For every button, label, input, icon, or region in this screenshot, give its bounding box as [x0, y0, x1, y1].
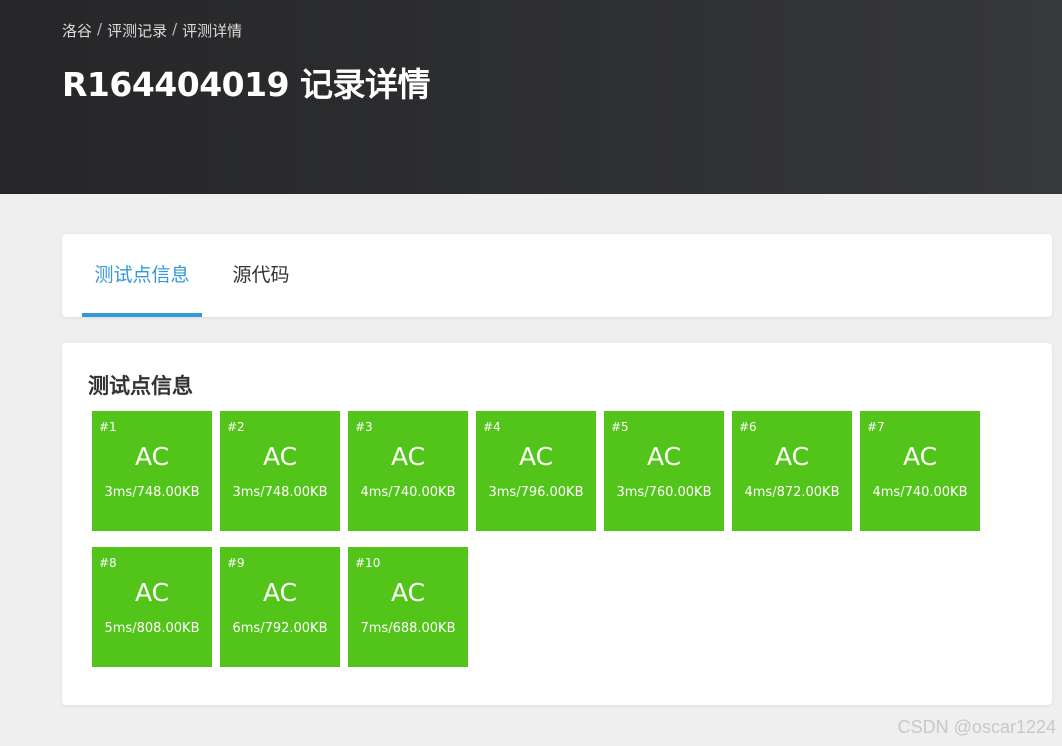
- testcase-id: #8: [99, 556, 117, 570]
- tabs-bar: 测试点信息 源代码: [62, 234, 1052, 317]
- testcase-tile[interactable]: #2 AC 3ms/748.00KB: [220, 411, 340, 531]
- testcase-tile[interactable]: #6 AC 4ms/872.00KB: [732, 411, 852, 531]
- testcase-time-memory: 4ms/872.00KB: [744, 485, 840, 500]
- testcase-time-memory: 5ms/808.00KB: [104, 621, 200, 636]
- breadcrumb-separator: /: [97, 20, 103, 38]
- testcase-tile[interactable]: #4 AC 3ms/796.00KB: [476, 411, 596, 531]
- breadcrumb: 洛谷 / 评测记录 / 评测详情: [62, 20, 242, 41]
- testcase-tile[interactable]: #10 AC 7ms/688.00KB: [348, 547, 468, 667]
- testcase-time-memory: 6ms/792.00KB: [232, 621, 328, 636]
- section-title: 测试点信息: [88, 374, 193, 398]
- testcase-status: AC: [262, 442, 298, 471]
- testcase-status: AC: [262, 578, 298, 607]
- page-header: 洛谷 / 评测记录 / 评测详情 R164404019 记录详情: [0, 0, 1062, 194]
- testcase-time-memory: 3ms/760.00KB: [616, 485, 712, 500]
- tab-source-code[interactable]: 源代码: [202, 234, 320, 317]
- testcase-tile[interactable]: #9 AC 6ms/792.00KB: [220, 547, 340, 667]
- breadcrumb-item-records[interactable]: 评测记录: [107, 20, 167, 41]
- testcase-id: #2: [227, 420, 245, 434]
- testcase-status: AC: [774, 442, 810, 471]
- breadcrumb-item-luogu[interactable]: 洛谷: [62, 20, 92, 41]
- testcase-card: 测试点信息 #1 AC 3ms/748.00KB #2 AC 3ms/748.0…: [62, 343, 1052, 705]
- testcase-tile[interactable]: #5 AC 3ms/760.00KB: [604, 411, 724, 531]
- testcase-id: #7: [867, 420, 885, 434]
- breadcrumb-item-detail: 评测详情: [182, 22, 243, 40]
- testcase-id: #10: [355, 556, 381, 570]
- testcase-id: #6: [739, 420, 757, 434]
- testcase-time-memory: 4ms/740.00KB: [360, 485, 456, 500]
- testcase-status: AC: [518, 442, 554, 471]
- testcase-tile[interactable]: #3 AC 4ms/740.00KB: [348, 411, 468, 531]
- testcase-time-memory: 4ms/740.00KB: [872, 485, 968, 500]
- testcase-id: #9: [227, 556, 245, 570]
- testcase-time-memory: 3ms/748.00KB: [104, 485, 200, 500]
- testcase-status: AC: [902, 442, 938, 471]
- testcase-status: AC: [134, 578, 170, 607]
- testcase-status: AC: [134, 442, 170, 471]
- testcase-id: #4: [483, 420, 501, 434]
- breadcrumb-separator: /: [172, 20, 178, 38]
- testcase-status: AC: [390, 442, 426, 471]
- active-tab-indicator: [82, 313, 202, 317]
- testcase-id: #3: [355, 420, 373, 434]
- testcase-id: #5: [611, 420, 629, 434]
- tab-testcase-info[interactable]: 测试点信息: [82, 234, 202, 317]
- testcase-time-memory: 7ms/688.00KB: [360, 621, 456, 636]
- testcase-tile[interactable]: #7 AC 4ms/740.00KB: [860, 411, 980, 531]
- testcase-id: #1: [99, 420, 117, 434]
- testcase-tile[interactable]: #8 AC 5ms/808.00KB: [92, 547, 212, 667]
- testcase-time-memory: 3ms/796.00KB: [488, 485, 584, 500]
- testcase-time-memory: 3ms/748.00KB: [232, 485, 328, 500]
- testcase-tile[interactable]: #1 AC 3ms/748.00KB: [92, 411, 212, 531]
- testcase-status: AC: [390, 578, 426, 607]
- page-title: R164404019 记录详情: [62, 65, 431, 104]
- testcase-status: AC: [646, 442, 682, 471]
- watermark: CSDN @oscar1224: [897, 717, 1056, 737]
